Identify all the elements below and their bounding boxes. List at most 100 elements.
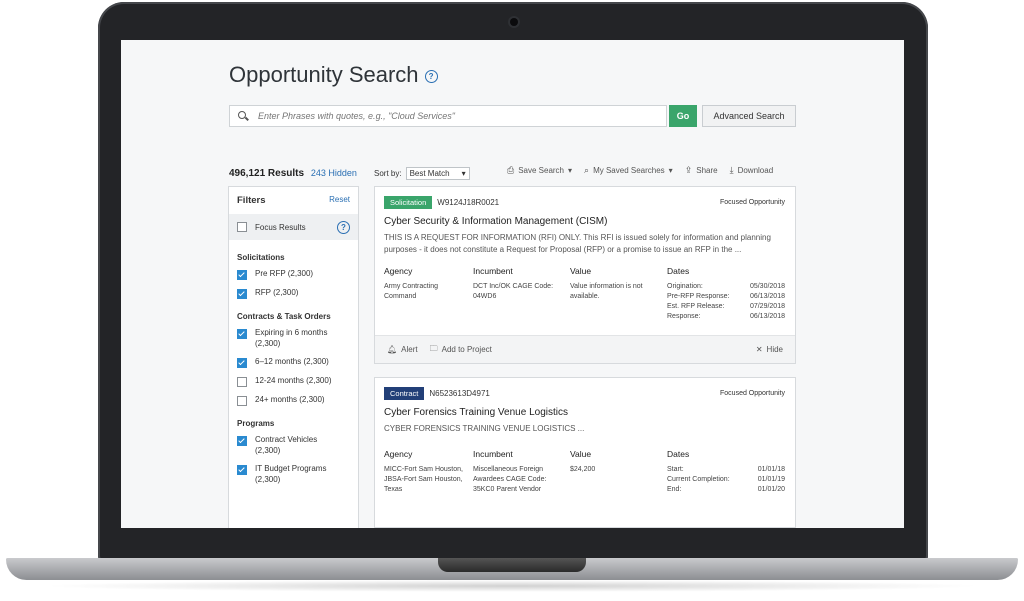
filter-item[interactable]: Contract Vehicles (2,300) — [229, 434, 358, 456]
filter-section-title: Programs — [237, 419, 275, 428]
date-value: 06/13/2018 — [749, 293, 785, 300]
type-badge: Solicitation — [384, 196, 433, 209]
checkbox[interactable] — [237, 289, 247, 299]
focus-results-label: Focus Results — [255, 222, 306, 232]
checkbox[interactable] — [237, 396, 247, 406]
incumbent-column: Incumbent Miscellaneous Foreign Awardees… — [473, 449, 557, 495]
search-input[interactable] — [256, 110, 666, 122]
filter-item[interactable]: RFP (2,300) — [229, 287, 358, 299]
dates-heading: Dates — [667, 266, 690, 276]
save-search-button[interactable]: ⎙ Save Search ▾ — [507, 165, 572, 176]
focused-label: Focused Opportunity — [720, 390, 785, 397]
share-label: Share — [696, 166, 718, 175]
folder-icon: 🗀 — [429, 343, 438, 353]
filter-item[interactable]: 6–12 months (2,300) — [229, 356, 358, 368]
alert-label: Alert — [401, 345, 418, 354]
filter-item[interactable]: Pre RFP (2,300) — [229, 268, 358, 280]
filter-item[interactable]: IT Budget Programs (2,300) — [229, 463, 358, 485]
filters-title: Filters — [237, 195, 266, 206]
results-toolbar: ⎙ Save Search ▾ ⌕ My Saved Searches ▾ ⇪ … — [507, 165, 773, 176]
alert-button[interactable]: 🔔︎ Alert — [387, 345, 418, 354]
filter-label: 24+ months (2,300) — [255, 395, 325, 404]
agency-value: MICC-Fort Sam Houston, JBSA-Fort Sam Hou… — [384, 466, 463, 493]
checkbox[interactable] — [237, 329, 247, 339]
checkbox[interactable] — [237, 436, 247, 446]
date-label: End: — [667, 486, 682, 493]
sort-select[interactable]: Best Match ▾ — [405, 167, 470, 180]
agency-column: Agency MICC-Fort Sam Houston, JBSA-Fort … — [384, 449, 464, 495]
save-icon: ⎙ — [507, 165, 515, 175]
date-label: Start: — [667, 466, 684, 473]
page-title: Opportunity Search? — [229, 62, 438, 88]
incumbent-heading: Incumbent — [473, 266, 513, 276]
add-to-project-label: Add to Project — [441, 345, 492, 354]
opportunity-description: CYBER FORENSICS TRAINING VENUE LOGISTICS… — [384, 424, 585, 433]
value-column: Value $24,200 — [570, 449, 648, 475]
sort-value: Best Match — [409, 169, 450, 178]
help-icon[interactable]: ? — [424, 69, 438, 83]
share-icon: ⇪ — [684, 165, 693, 175]
date-row: End: 01/01/20 — [667, 485, 785, 495]
filter-item[interactable]: Expiring in 6 months (2,300) — [229, 327, 358, 349]
agency-heading: Agency — [384, 266, 413, 276]
chevron-down-icon: ▾ — [568, 166, 573, 175]
hide-label: Hide — [766, 345, 783, 354]
results-count: 496,121 Results 243 Hidden — [229, 168, 357, 179]
value-value: $24,200 — [570, 466, 596, 473]
help-icon[interactable]: ? — [337, 220, 350, 234]
filter-item[interactable]: 12-24 months (2,300) — [229, 375, 358, 387]
camera — [510, 18, 518, 26]
opportunity-card[interactable]: Contract N6523613D4971 Focused Opportuni… — [374, 377, 796, 528]
opportunity-description: THIS IS A REQUEST FOR INFORMATION (RFI) … — [384, 233, 771, 254]
card-header: Solicitation W9124J18R0021 Focused Oppor… — [375, 187, 795, 209]
agency-heading: Agency — [384, 449, 413, 459]
checkbox[interactable] — [237, 465, 247, 475]
focused-label: Focused Opportunity — [720, 199, 785, 206]
filter-label: RFP (2,300) — [255, 288, 299, 297]
focus-checkbox[interactable] — [237, 222, 247, 232]
opportunity-card[interactable]: Solicitation W9124J18R0021 Focused Oppor… — [374, 186, 796, 364]
share-button[interactable]: ⇪ Share — [685, 165, 718, 176]
filter-label: Expiring in 6 months (2,300) — [255, 328, 328, 348]
chevron-down-icon: ▾ — [461, 169, 466, 178]
incumbent-value: Miscellaneous Foreign Awardees CAGE Code… — [473, 466, 547, 493]
my-saved-searches-button[interactable]: ⌕ My Saved Searches ▾ — [584, 165, 673, 176]
chevron-down-icon: ▾ — [668, 166, 673, 175]
incumbent-column: Incumbent DCT Inc/OK CAGE Code: 04WD6 — [473, 266, 553, 302]
my-saved-label: My Saved Searches — [593, 166, 665, 175]
checkbox[interactable] — [237, 358, 247, 368]
download-button[interactable]: ⤓ Download — [730, 165, 774, 176]
advanced-search-button[interactable]: Advanced Search — [702, 105, 796, 127]
bell-icon: 🔔︎ — [387, 345, 398, 354]
save-search-label: Save Search — [518, 166, 565, 175]
hidden-results-link[interactable]: 243 Hidden — [311, 168, 357, 178]
opportunity-title[interactable]: Cyber Forensics Training Venue Logistics — [375, 400, 795, 418]
date-row: Pre-RFP Response: 06/13/2018 — [667, 292, 785, 302]
checkbox[interactable] — [237, 270, 247, 280]
type-badge: Contract — [384, 387, 425, 400]
hide-button[interactable]: ✕ Hide — [756, 345, 783, 354]
opportunity-title[interactable]: Cyber Security & Information Management … — [375, 209, 795, 227]
value-column: Value Value information is not available… — [570, 266, 648, 302]
filters-header: Filters Reset — [229, 187, 358, 212]
focus-results-toggle[interactable]: Focus Results ? — [229, 214, 358, 240]
search-icon: ⌕ — [584, 165, 590, 175]
filter-section-title: Contracts & Task Orders — [237, 312, 331, 321]
date-label: Pre-RFP Response: — [667, 293, 730, 300]
add-to-project-button[interactable]: 🗀 Add to Project — [430, 343, 492, 357]
checkbox[interactable] — [237, 377, 247, 387]
date-row: Current Completion: 01/01/19 — [667, 475, 785, 485]
opportunity-id: W9124J18R0021 — [437, 198, 500, 207]
go-button[interactable]: Go — [669, 105, 697, 127]
card-footer: 🔔︎ Alert 🗀 Add to Project ✕ Hide — [375, 335, 795, 363]
filter-label: Pre RFP (2,300) — [255, 269, 314, 278]
date-value: 01/01/19 — [757, 476, 785, 483]
date-row: Est. RFP Release: 07/29/2018 — [667, 302, 785, 312]
filter-label: IT Budget Programs (2,300) — [255, 464, 327, 484]
date-value: 06/13/2018 — [749, 313, 785, 320]
agency-column: Agency Army Contracting Command — [384, 266, 464, 302]
card-header: Contract N6523613D4971 Focused Opportuni… — [375, 378, 795, 400]
filter-label: Contract Vehicles (2,300) — [255, 435, 318, 455]
reset-filters-link[interactable]: Reset — [329, 195, 350, 206]
filter-item[interactable]: 24+ months (2,300) — [229, 394, 358, 406]
